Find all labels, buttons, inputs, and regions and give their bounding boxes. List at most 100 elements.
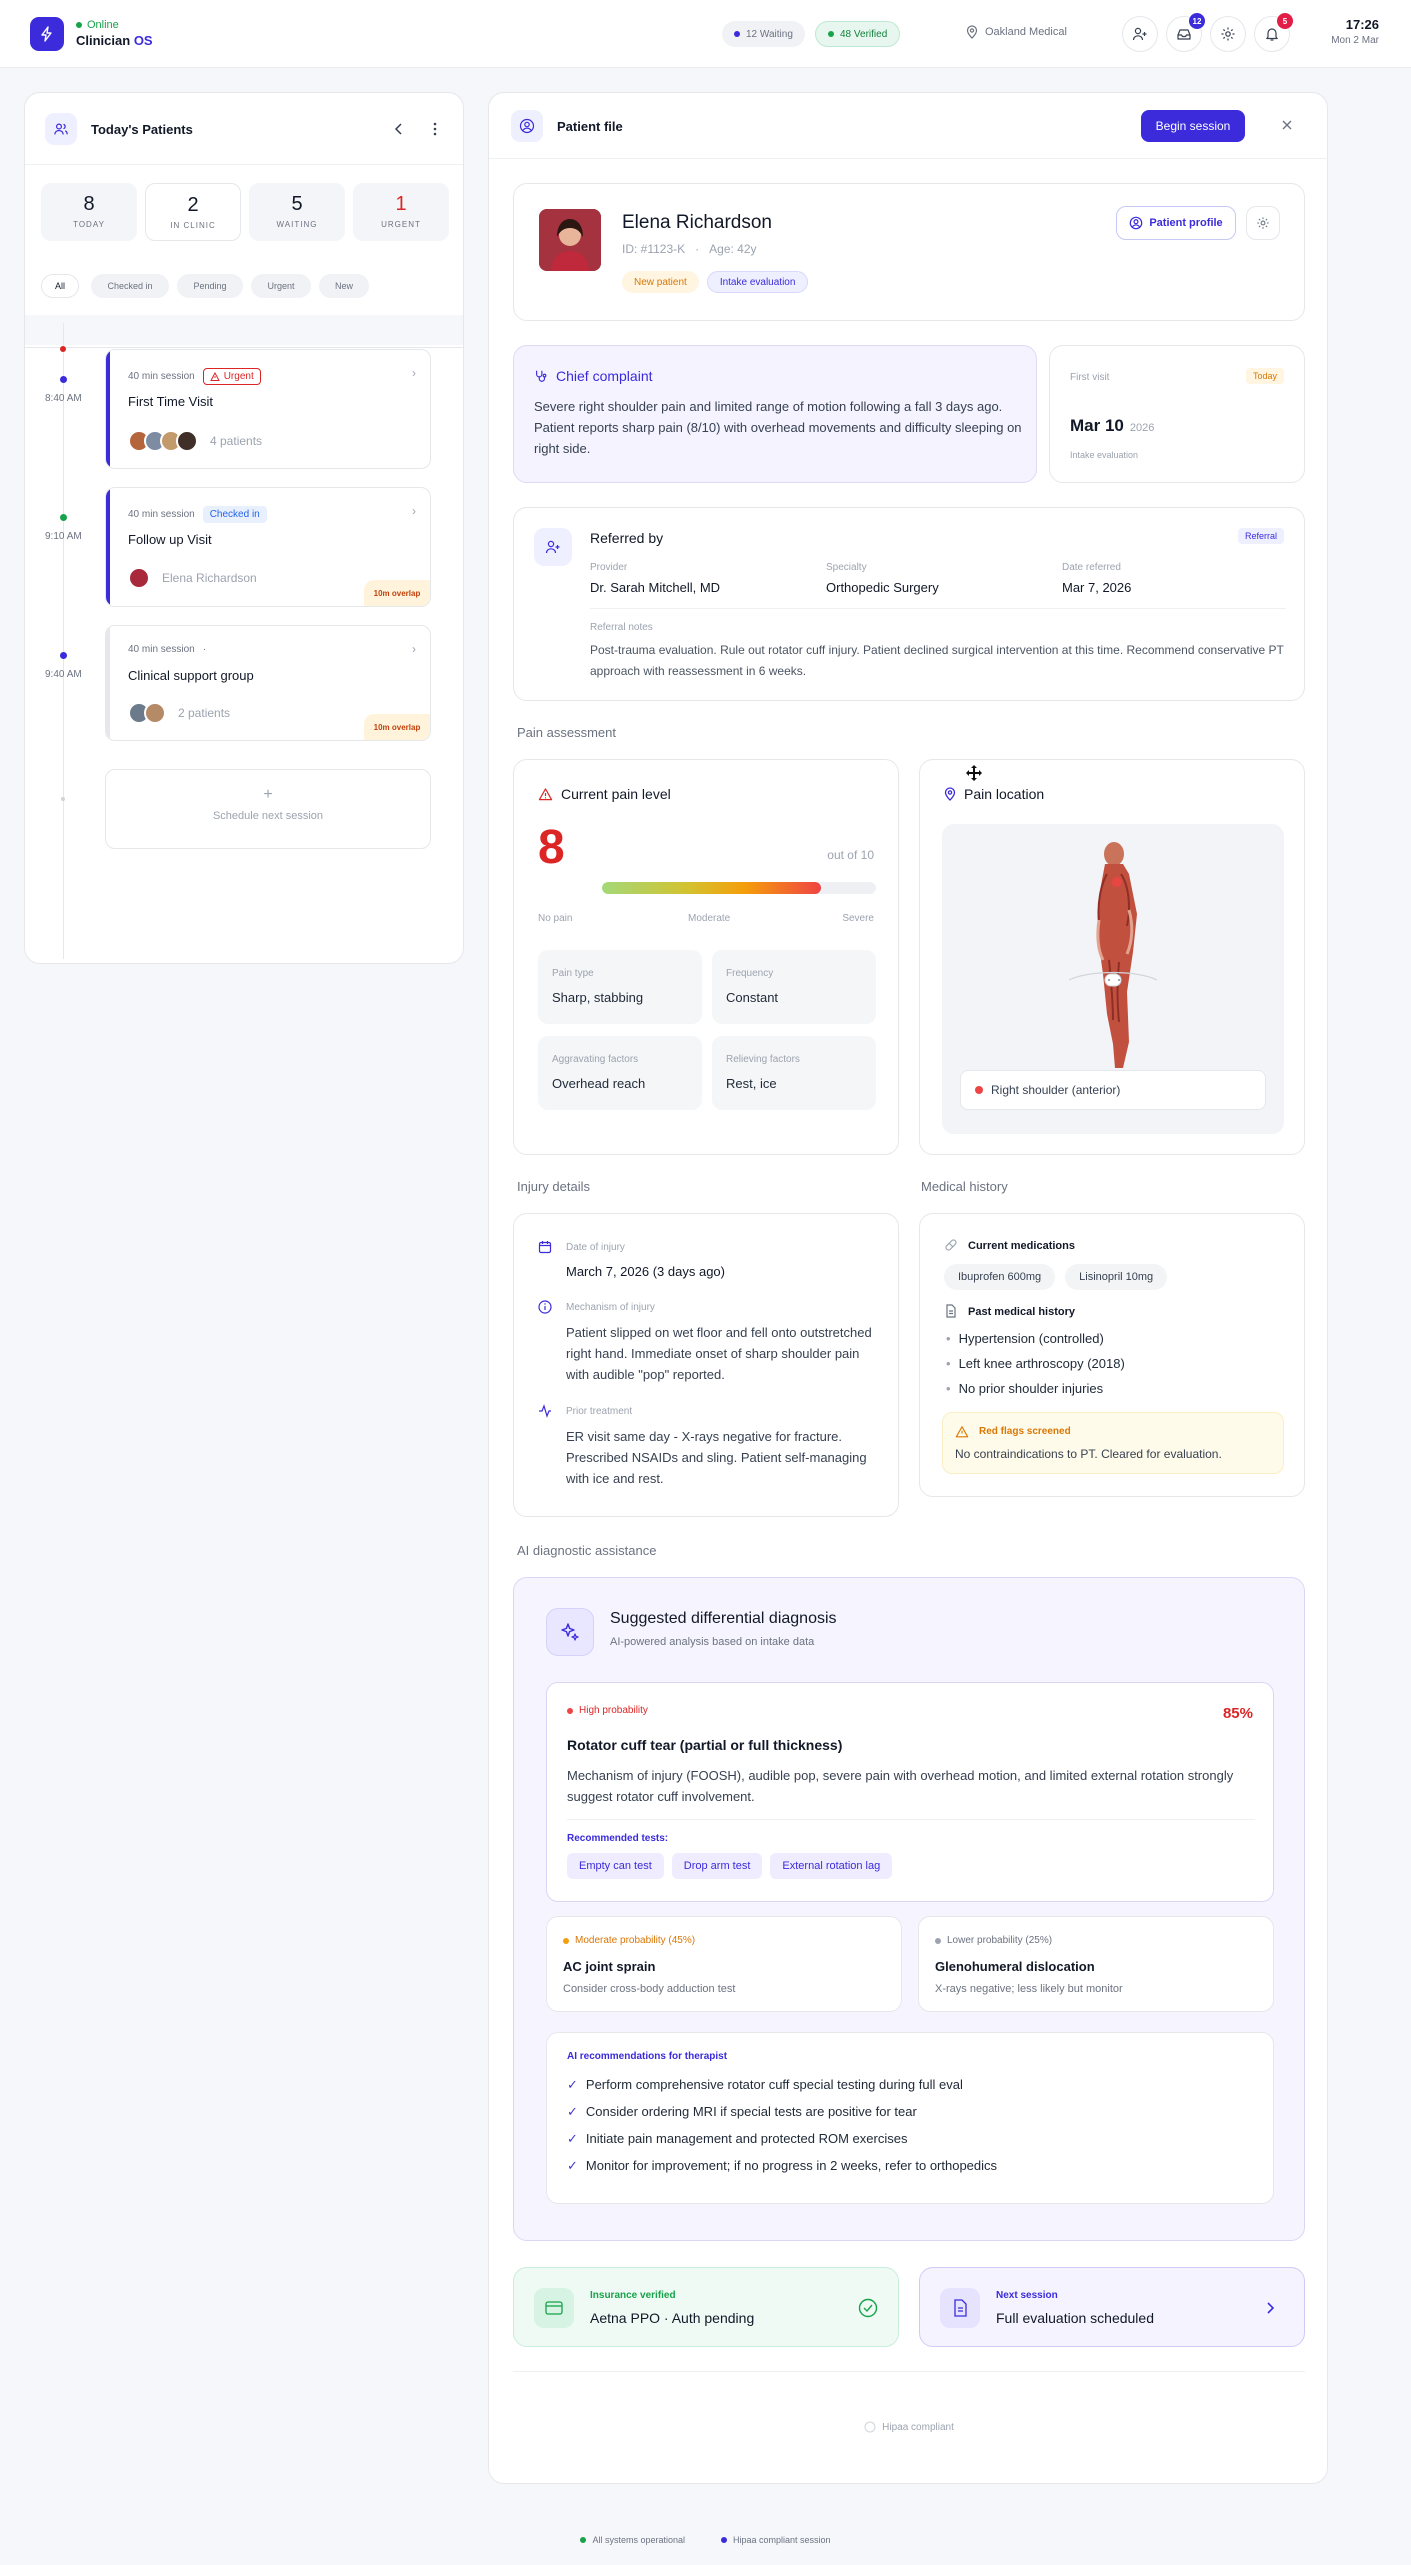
patient-avatars: 4 patients <box>128 430 262 452</box>
specialty-value: Orthopedic Surgery <box>826 580 939 595</box>
relieving-factors-field: Relieving factors Rest, ice <box>712 1036 876 1110</box>
next-session-card[interactable]: Next session Full evaluation scheduled <box>919 2267 1305 2347</box>
list-item: ✓ Initiate pain management and protected … <box>567 2130 908 2147</box>
filter-pending[interactable]: Pending <box>177 274 243 298</box>
close-icon[interactable] <box>1279 117 1295 133</box>
tag-new-patient: New patient <box>622 271 699 293</box>
first-visit-date: Mar 10 2026 <box>1070 416 1155 435</box>
rotate-control-icon[interactable] <box>1067 970 1159 990</box>
user-circle-icon <box>1130 216 1143 230</box>
primary-diagnosis-card[interactable]: High probability 85% Rotator cuff tear (… <box>546 1682 1274 1902</box>
clock: 17:26 Mon 2 Mar <box>1331 17 1379 46</box>
divider <box>590 608 1286 609</box>
schedule-next-session-button[interactable]: + Schedule next session <box>105 769 431 849</box>
date-referred-value: Mar 7, 2026 <box>1062 580 1132 595</box>
list-item: • Left knee arthroscopy (2018) <box>946 1356 1125 1371</box>
next-session-value: Full evaluation scheduled <box>996 2310 1154 2326</box>
patient-meta: ID: #1123-K · Age: 42y <box>622 242 757 256</box>
referral-title: Referred by <box>590 530 664 546</box>
panel-title: Patient file <box>557 119 623 134</box>
session-card[interactable]: 40 min session Checked in Follow up Visit… <box>105 487 431 607</box>
diagnosis-rationale: Mechanism of injury (FOOSH), audible pop… <box>567 1768 1234 1804</box>
begin-session-button[interactable]: Begin session <box>1141 110 1245 142</box>
check-icon: ✓ <box>567 2157 578 2173</box>
pain-type-field: Pain type Sharp, stabbing <box>538 950 702 1024</box>
mechanism-label: Mechanism of injury <box>566 1302 655 1313</box>
prior-treatment-value: ER visit same day - X-rays negative for … <box>566 1429 867 1486</box>
red-flags-text: No contraindications to PT. Cleared for … <box>955 1447 1222 1461</box>
list-item: • No prior shoulder injuries <box>946 1381 1104 1396</box>
injury-details-card: Date of injury March 7, 2026 (3 days ago… <box>513 1213 899 1517</box>
top-bar: Online Clinician OS 12 Waiting 48 Verifi… <box>0 0 1411 68</box>
move-cursor-icon <box>966 765 982 781</box>
collapse-chevron-icon[interactable] <box>389 119 409 139</box>
add-user-button[interactable] <box>1122 16 1158 52</box>
patient-avatars: Elena Richardson <box>128 567 257 589</box>
location-selector[interactable]: Oakland Medical <box>966 25 1067 39</box>
patient-profile-button[interactable]: Patient profile <box>1116 206 1236 240</box>
secondary-diagnosis-card[interactable]: Moderate probability (45%) AC joint spra… <box>546 1916 902 2012</box>
anatomy-viewer[interactable]: Right shoulder (anterior) <box>942 824 1284 1134</box>
date-of-injury-label: Date of injury <box>566 1242 625 1253</box>
test-chip[interactable]: Empty can test <box>567 1853 664 1879</box>
waiting-pill[interactable]: 12 Waiting <box>722 21 805 47</box>
stat-waiting[interactable]: 5 WAITING <box>249 183 345 241</box>
secondary-diagnosis-card[interactable]: Lower probability (25%) Glenohumeral dis… <box>918 1916 1274 2012</box>
diagnosis-name: Glenohumeral dislocation <box>935 1959 1095 1974</box>
stat-today[interactable]: 8 TODAY <box>41 183 137 241</box>
prior-treatment-label: Prior treatment <box>566 1406 633 1417</box>
filter-checked-in[interactable]: Checked in <box>91 274 169 298</box>
session-card[interactable]: 40 min session Urgent First Time Visit ›… <box>105 349 431 469</box>
shield-icon <box>864 2421 876 2433</box>
pain-location-card: Pain location Right shoulder (anterior) <box>919 759 1305 1155</box>
filter-all[interactable]: All <box>41 274 79 298</box>
list-item: • Hypertension (controlled) <box>946 1331 1104 1346</box>
filter-new[interactable]: New <box>319 274 369 298</box>
stat-in-clinic[interactable]: 2 IN CLINIC <box>145 183 241 241</box>
session-time: 8:40 AM <box>45 393 82 404</box>
past-history-label: Past medical history <box>968 1306 1075 1318</box>
chief-complaint-card: Chief complaint Severe right shoulder pa… <box>513 345 1037 483</box>
list-item: ✓ Monitor for improvement; if no progress… <box>567 2157 998 2174</box>
session-card[interactable]: 40 min session · Clinical support group ›… <box>105 625 431 741</box>
inbox-button[interactable]: 12 <box>1166 13 1205 52</box>
patient-settings-button[interactable] <box>1246 206 1280 240</box>
tag-intake-evaluation: Intake evaluation <box>706 271 809 293</box>
aggravating-factors-field: Aggravating factors Overhead reach <box>538 1036 702 1110</box>
bell-icon <box>1266 28 1278 41</box>
more-vertical-icon[interactable] <box>425 119 445 139</box>
inbox-icon <box>1177 29 1191 40</box>
patient-file-panel: Patient file Begin session Elena Richard… <box>488 92 1329 2484</box>
test-chip[interactable]: External rotation lag <box>770 1853 893 1879</box>
session-name: First Time Visit <box>128 394 213 409</box>
divider <box>567 1819 1255 1820</box>
stat-urgent[interactable]: 1 URGENT <box>353 183 449 241</box>
scale-label-moderate: Moderate <box>688 913 731 924</box>
credit-card-icon <box>534 2288 574 2328</box>
scale-label-severe: Severe <box>842 913 874 924</box>
insurance-card[interactable]: Insurance verified Aetna PPO · Auth pend… <box>513 2267 899 2347</box>
verified-pill[interactable]: 48 Verified <box>815 21 901 47</box>
app-logo-icon[interactable] <box>30 17 64 51</box>
gear-icon <box>1257 217 1269 229</box>
map-pin-icon <box>944 787 956 801</box>
timeline-header-strip <box>25 315 463 345</box>
filter-urgent[interactable]: Urgent <box>251 274 311 298</box>
recommended-tests-label: Recommended tests: <box>567 1833 669 1844</box>
pain-level-bar <box>602 882 876 894</box>
notifications-button[interactable]: 5 <box>1254 13 1293 52</box>
settings-button[interactable] <box>1210 16 1246 52</box>
insurance-label: Insurance verified <box>590 2290 676 2301</box>
pain-level-bar-fill <box>602 882 822 894</box>
pain-marker-label[interactable]: Right shoulder (anterior) <box>960 1070 1266 1110</box>
mechanism-value: Patient slipped on wet floor and fell on… <box>566 1325 872 1382</box>
now-indicator <box>60 346 66 352</box>
chevron-right-icon <box>1267 2302 1275 2314</box>
red-flags-box: Red flags screened No contraindications … <box>942 1412 1284 1474</box>
overlap-badge: 10m overlap <box>364 580 430 606</box>
pain-marker-dot <box>975 1086 983 1094</box>
ai-recommendations-list: ✓ Perform comprehensive rotator cuff spec… <box>567 2071 997 2179</box>
test-chip[interactable]: Drop arm test <box>671 1853 763 1879</box>
medical-history-card: Current medications Ibuprofen 600mg Lisi… <box>919 1213 1305 1497</box>
pill-icon <box>945 1239 957 1251</box>
